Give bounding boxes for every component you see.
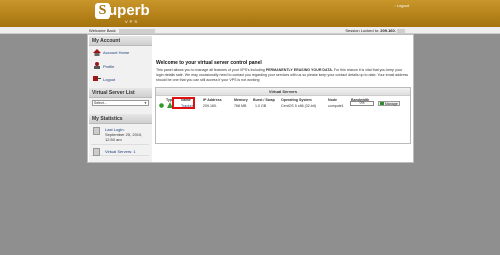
bandwidth-bar: 0% [350,101,374,106]
server-icon [93,148,100,156]
server-select[interactable]: Select... ▼ [92,100,149,106]
desc-part-1: This panel allows you to manage all feat… [156,68,266,72]
superb-vps-logo[interactable]: S uperb VPS [95,2,159,24]
last-login-value: September 25, 2010, 12:50 am [105,132,143,142]
manage-button[interactable]: Manage [378,101,400,106]
header-logout-link[interactable]: ◦ Logout [394,3,409,8]
header-logout-label: Logout [396,3,409,8]
manage-label: Manage [385,102,398,106]
my-stats-heading: My Statistics [89,114,152,124]
stat-virtual-servers: Virtual Servers: 1 [91,147,149,156]
server-memory: 768 MB [234,104,247,108]
logo-sub: VPS [125,19,140,24]
welcome-text: Welcome Back [89,28,155,33]
logo-word: uperb [108,2,150,19]
sidebar-item-account-home[interactable]: Account Home [103,50,129,55]
sidebar-item-profile[interactable]: Profile [103,64,114,69]
stat-last-login: Last Login: September 25, 2010, 12:50 am [91,126,149,145]
my-account-heading: My Account [89,36,152,46]
server-ip: 209.160. [203,104,217,108]
highlight-box [172,97,195,109]
user-bar: Welcome Back Session Locked to: 209.160. [0,27,500,34]
session-text: Session Locked to: 209.160. [345,28,405,33]
vs-list-heading: Virtual Server List [89,88,152,98]
server-node: compute1 [328,104,344,108]
col-burst: Burst / Swap [253,98,275,102]
status-online-icon [159,103,164,108]
last-login-text: Last Login: September 25, 2010, 12:50 am [105,127,145,142]
home-icon [93,49,101,56]
col-os: Operating System [281,98,312,102]
page-header: S uperb VPS ◦ Logout [0,0,500,27]
description-text: This panel allows you to manage all feat… [156,68,410,83]
calendar-icon [93,127,100,135]
server-os: CentOS 5 x86 (32-bit) [281,104,316,108]
profile-icon [94,62,100,69]
page-title: Welcome to your virtual server control p… [156,60,262,66]
session-label: Session Locked to: [345,28,380,33]
select-value: Select... [94,101,107,105]
logout-icon [93,76,101,81]
chevron-down-icon: ▼ [144,101,147,105]
welcome-label: Welcome Back [89,28,116,33]
col-ip: IP Address [203,98,222,102]
col-memory: Memory [234,98,248,102]
desc-warning: PERMANENTLY ERASING YOUR DATA. [265,68,333,72]
virtual-servers-title: Virtual Servers [156,88,410,96]
session-ip: 209.160. [380,28,396,33]
manage-icon [380,102,384,105]
virtual-servers-count[interactable]: Virtual Servers: 1 [105,149,136,154]
control-panel: My Account Account Home Profile Logout V… [87,34,414,163]
redacted-username [118,28,155,33]
virtual-servers-panel: Virtual Servers Type Name IP Address Mem… [155,87,411,144]
server-burst: 1.0 GB [255,104,267,108]
col-node: Node [328,98,337,102]
redacted-ip [397,28,405,33]
sidebar: My Account Account Home Profile Logout V… [89,36,152,162]
sidebar-item-logout[interactable]: Logout [103,77,115,82]
